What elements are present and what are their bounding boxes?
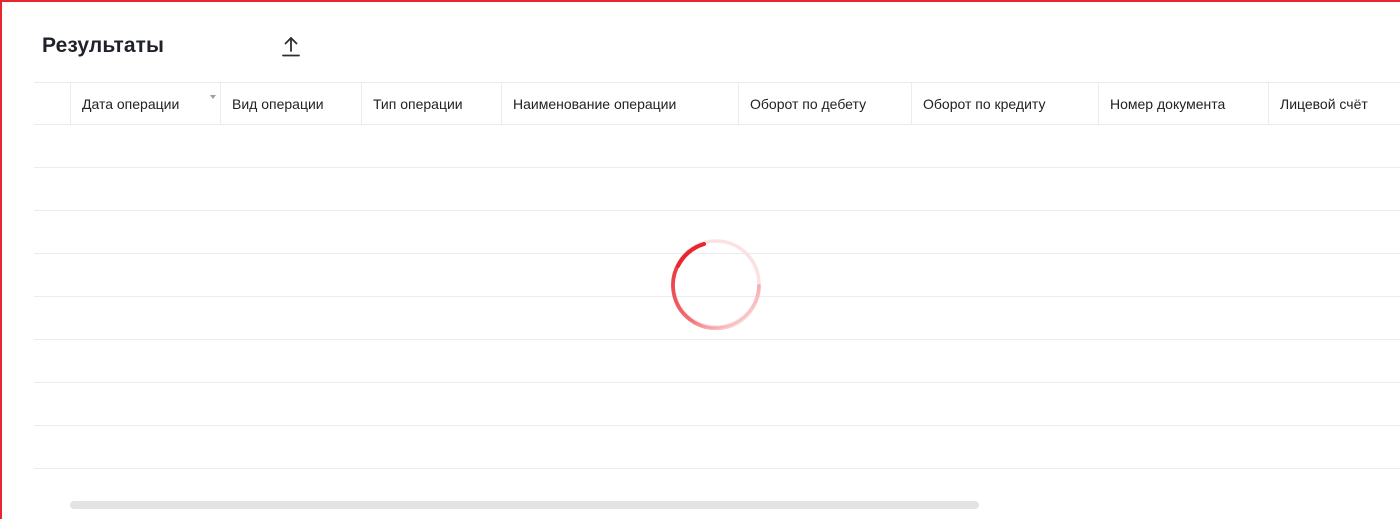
column-header-credit-turnover[interactable]: Оборот по кредиту — [911, 83, 1098, 124]
horizontal-scrollbar[interactable] — [70, 501, 979, 509]
table-row — [34, 383, 1400, 426]
column-header-label: Оборот по дебету — [750, 95, 867, 112]
column-header-debit-turnover[interactable]: Оборот по дебету — [738, 83, 911, 124]
column-header-operation-kind[interactable]: Вид операции — [220, 83, 361, 124]
column-header-operation-name[interactable]: Наименование операции — [501, 83, 738, 124]
table-row — [34, 125, 1400, 168]
upload-icon — [282, 37, 300, 57]
select-column-header — [34, 83, 70, 124]
export-button[interactable] — [277, 32, 305, 62]
column-header-operation-type[interactable]: Тип операции — [361, 83, 501, 124]
results-panel: Результаты Дата операции Вид операции Ти… — [0, 0, 1400, 519]
column-header-document-number[interactable]: Номер документа — [1098, 83, 1268, 124]
column-header-label: Тип операции — [373, 95, 463, 112]
table-row — [34, 168, 1400, 211]
page-title: Результаты — [42, 34, 165, 57]
table-row — [34, 340, 1400, 383]
column-header-date[interactable]: Дата операции — [70, 83, 220, 124]
column-header-label: Номер документа — [1110, 95, 1226, 112]
table-header: Дата операции Вид операции Тип операции … — [34, 82, 1400, 125]
loading-spinner-icon — [671, 239, 761, 330]
sort-caret-icon[interactable] — [210, 95, 216, 99]
column-header-label: Лицевой счёт — [1280, 95, 1368, 112]
column-header-label: Наименование операции — [513, 95, 677, 112]
column-header-label: Вид операции — [232, 95, 324, 112]
column-header-account[interactable]: Лицевой счёт — [1268, 83, 1400, 124]
column-header-label: Оборот по кредиту — [923, 95, 1046, 112]
results-header: Результаты — [42, 28, 164, 64]
table-row — [34, 426, 1400, 469]
column-header-label: Дата операции — [82, 95, 180, 112]
